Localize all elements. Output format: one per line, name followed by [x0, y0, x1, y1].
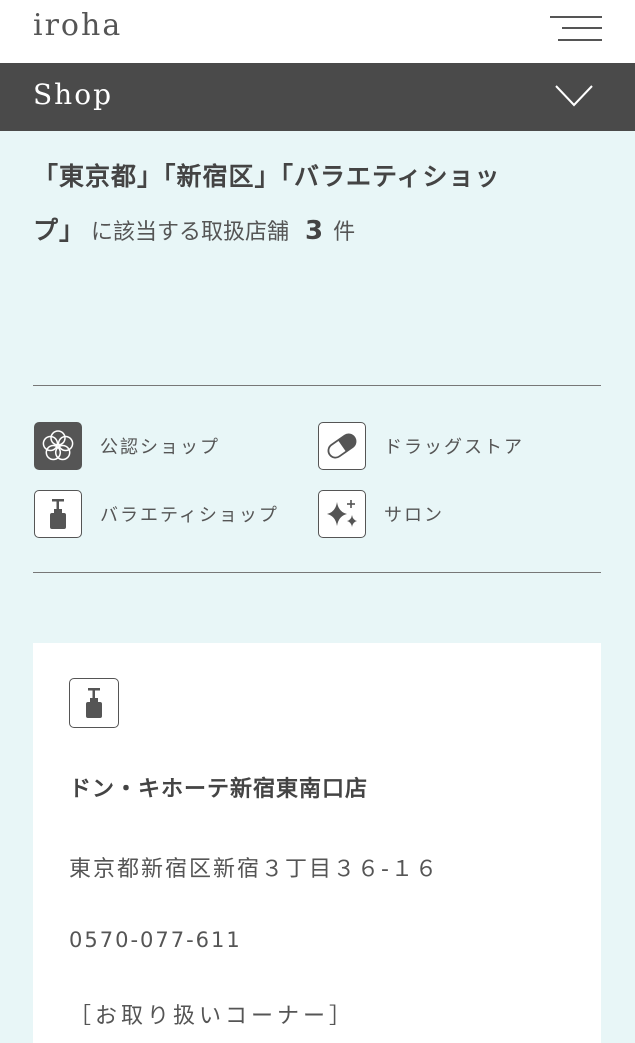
pump-bottle-icon — [69, 678, 119, 728]
chevron-down-icon[interactable] — [555, 85, 593, 107]
store-corner-label: ［お取り扱いコーナー］ — [69, 1004, 356, 1029]
pump-bottle-icon — [34, 490, 82, 538]
sparkle-icon — [318, 490, 366, 538]
legend-salon[interactable]: サロン — [318, 488, 444, 540]
result-unit: 件 — [333, 220, 356, 245]
legend-official-shop[interactable]: 公認ショップ — [34, 420, 220, 472]
flower-icon — [34, 422, 82, 470]
legend-variety-shop[interactable]: バラエティショップ — [34, 488, 279, 540]
shop-accordion-bar[interactable]: Shop — [0, 63, 635, 131]
capsule-icon — [318, 422, 366, 470]
legend-drugstore[interactable]: ドラッグストア — [318, 420, 524, 472]
store-address: 東京都新宿区新宿３丁目３６-１６ — [69, 857, 439, 882]
legend-label-drugstore: ドラッグストア — [384, 437, 524, 458]
legend-label-official: 公認ショップ — [100, 437, 220, 458]
divider-bottom — [33, 572, 601, 573]
store-name: ドン・キホーテ新宿東南口店 — [69, 777, 369, 802]
shop-bar-title: Shop — [33, 78, 113, 111]
store-phone[interactable]: 0570-077-611 — [69, 928, 242, 952]
result-count: 3 — [305, 216, 324, 246]
store-card: ドン・キホーテ新宿東南口店 東京都新宿区新宿３丁目３６-１６ 0570-077-… — [33, 643, 601, 1043]
legend-label-variety: バラエティショップ — [100, 505, 279, 526]
search-conditions-cont: プ」 — [33, 216, 86, 245]
result-label: に該当する取扱店舗 — [91, 220, 290, 245]
search-result-summary: 「東京都」「新宿区」「バラエティショッ プ」 に該当する取扱店舗 3 件 — [33, 150, 603, 260]
divider-top — [33, 385, 601, 386]
legend-label-salon: サロン — [384, 505, 444, 526]
site-header: iroha — [0, 0, 635, 63]
search-conditions: 「東京都」「新宿区」「バラエティショッ — [33, 162, 501, 191]
hamburger-menu-icon[interactable] — [548, 14, 602, 44]
iroha-logo[interactable]: iroha — [33, 8, 122, 43]
